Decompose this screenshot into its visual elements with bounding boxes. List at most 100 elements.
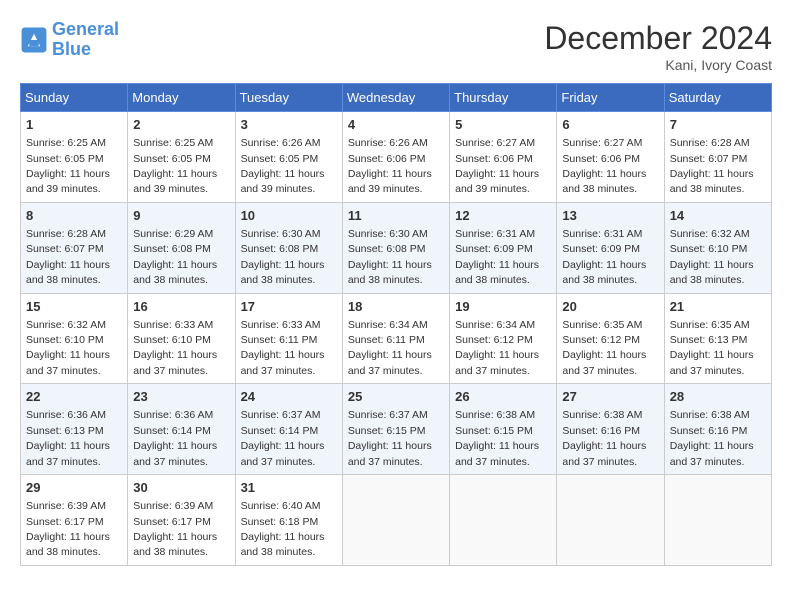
day-daylight: Daylight: 11 hours and 38 minutes. <box>670 259 754 286</box>
header-sunday: Sunday <box>21 84 128 112</box>
day-daylight: Daylight: 11 hours and 37 minutes. <box>562 349 646 376</box>
table-row: 9 Sunrise: 6:29 AM Sunset: 6:08 PM Dayli… <box>128 202 235 293</box>
table-row: 14 Sunrise: 6:32 AM Sunset: 6:10 PM Dayl… <box>664 202 771 293</box>
day-daylight: Daylight: 11 hours and 37 minutes. <box>133 349 217 376</box>
day-sunrise: Sunrise: 6:25 AM <box>26 137 106 149</box>
day-sunrise: Sunrise: 6:27 AM <box>562 137 642 149</box>
day-number: 18 <box>348 298 444 316</box>
day-daylight: Daylight: 11 hours and 38 minutes. <box>241 531 325 558</box>
day-sunset: Sunset: 6:18 PM <box>241 516 319 528</box>
table-row: 25 Sunrise: 6:37 AM Sunset: 6:15 PM Dayl… <box>342 384 449 475</box>
table-row: 21 Sunrise: 6:35 AM Sunset: 6:13 PM Dayl… <box>664 293 771 384</box>
table-row: 27 Sunrise: 6:38 AM Sunset: 6:16 PM Dayl… <box>557 384 664 475</box>
day-daylight: Daylight: 11 hours and 37 minutes. <box>133 440 217 467</box>
day-sunset: Sunset: 6:14 PM <box>133 425 211 437</box>
logo: General Blue <box>20 20 119 60</box>
day-number: 30 <box>133 479 229 497</box>
day-daylight: Daylight: 11 hours and 37 minutes. <box>26 349 110 376</box>
calendar-week-row: 22 Sunrise: 6:36 AM Sunset: 6:13 PM Dayl… <box>21 384 772 475</box>
table-row: 22 Sunrise: 6:36 AM Sunset: 6:13 PM Dayl… <box>21 384 128 475</box>
day-sunset: Sunset: 6:06 PM <box>455 153 533 165</box>
day-sunset: Sunset: 6:11 PM <box>348 334 425 346</box>
day-sunrise: Sunrise: 6:31 AM <box>562 228 642 240</box>
day-sunset: Sunset: 6:12 PM <box>455 334 533 346</box>
day-daylight: Daylight: 11 hours and 37 minutes. <box>26 440 110 467</box>
day-daylight: Daylight: 11 hours and 37 minutes. <box>348 349 432 376</box>
day-daylight: Daylight: 11 hours and 38 minutes. <box>241 259 325 286</box>
day-daylight: Daylight: 11 hours and 38 minutes. <box>562 168 646 195</box>
day-sunrise: Sunrise: 6:26 AM <box>348 137 428 149</box>
day-sunset: Sunset: 6:07 PM <box>26 243 104 255</box>
day-number: 31 <box>241 479 337 497</box>
table-row: 4 Sunrise: 6:26 AM Sunset: 6:06 PM Dayli… <box>342 112 449 203</box>
table-row: 31 Sunrise: 6:40 AM Sunset: 6:18 PM Dayl… <box>235 475 342 566</box>
day-sunrise: Sunrise: 6:34 AM <box>455 319 535 331</box>
day-number: 21 <box>670 298 766 316</box>
day-sunrise: Sunrise: 6:37 AM <box>241 409 321 421</box>
header-tuesday: Tuesday <box>235 84 342 112</box>
table-row: 20 Sunrise: 6:35 AM Sunset: 6:12 PM Dayl… <box>557 293 664 384</box>
day-sunset: Sunset: 6:10 PM <box>133 334 211 346</box>
table-row: 24 Sunrise: 6:37 AM Sunset: 6:14 PM Dayl… <box>235 384 342 475</box>
day-daylight: Daylight: 11 hours and 38 minutes. <box>670 168 754 195</box>
table-row: 6 Sunrise: 6:27 AM Sunset: 6:06 PM Dayli… <box>557 112 664 203</box>
day-sunrise: Sunrise: 6:38 AM <box>455 409 535 421</box>
day-daylight: Daylight: 11 hours and 38 minutes. <box>348 259 432 286</box>
day-daylight: Daylight: 11 hours and 37 minutes. <box>670 440 754 467</box>
day-sunset: Sunset: 6:08 PM <box>241 243 319 255</box>
day-sunset: Sunset: 6:13 PM <box>26 425 104 437</box>
day-sunset: Sunset: 6:09 PM <box>562 243 640 255</box>
day-sunrise: Sunrise: 6:39 AM <box>26 500 106 512</box>
day-sunset: Sunset: 6:06 PM <box>562 153 640 165</box>
table-row: 1 Sunrise: 6:25 AM Sunset: 6:05 PM Dayli… <box>21 112 128 203</box>
calendar-week-row: 29 Sunrise: 6:39 AM Sunset: 6:17 PM Dayl… <box>21 475 772 566</box>
day-sunrise: Sunrise: 6:36 AM <box>26 409 106 421</box>
day-sunset: Sunset: 6:10 PM <box>26 334 104 346</box>
calendar-week-row: 15 Sunrise: 6:32 AM Sunset: 6:10 PM Dayl… <box>21 293 772 384</box>
day-number: 27 <box>562 388 658 406</box>
day-sunrise: Sunrise: 6:29 AM <box>133 228 213 240</box>
day-number: 15 <box>26 298 122 316</box>
day-sunset: Sunset: 6:09 PM <box>455 243 533 255</box>
day-number: 19 <box>455 298 551 316</box>
table-row <box>664 475 771 566</box>
day-daylight: Daylight: 11 hours and 37 minutes. <box>348 440 432 467</box>
day-daylight: Daylight: 11 hours and 39 minutes. <box>348 168 432 195</box>
header-monday: Monday <box>128 84 235 112</box>
header-friday: Friday <box>557 84 664 112</box>
day-daylight: Daylight: 11 hours and 37 minutes. <box>455 440 539 467</box>
day-sunrise: Sunrise: 6:27 AM <box>455 137 535 149</box>
page-header: General Blue December 2024 Kani, Ivory C… <box>20 20 772 73</box>
day-daylight: Daylight: 11 hours and 38 minutes. <box>26 531 110 558</box>
day-sunrise: Sunrise: 6:26 AM <box>241 137 321 149</box>
day-sunset: Sunset: 6:16 PM <box>562 425 640 437</box>
table-row: 12 Sunrise: 6:31 AM Sunset: 6:09 PM Dayl… <box>450 202 557 293</box>
day-sunset: Sunset: 6:16 PM <box>670 425 748 437</box>
day-number: 5 <box>455 116 551 134</box>
day-number: 22 <box>26 388 122 406</box>
day-number: 11 <box>348 207 444 225</box>
day-sunrise: Sunrise: 6:30 AM <box>348 228 428 240</box>
table-row: 23 Sunrise: 6:36 AM Sunset: 6:14 PM Dayl… <box>128 384 235 475</box>
day-number: 3 <box>241 116 337 134</box>
day-sunset: Sunset: 6:05 PM <box>26 153 104 165</box>
day-number: 4 <box>348 116 444 134</box>
day-number: 29 <box>26 479 122 497</box>
day-sunrise: Sunrise: 6:25 AM <box>133 137 213 149</box>
day-sunrise: Sunrise: 6:33 AM <box>241 319 321 331</box>
day-sunrise: Sunrise: 6:35 AM <box>670 319 750 331</box>
day-number: 7 <box>670 116 766 134</box>
day-sunset: Sunset: 6:15 PM <box>348 425 426 437</box>
day-sunset: Sunset: 6:06 PM <box>348 153 426 165</box>
calendar-week-row: 8 Sunrise: 6:28 AM Sunset: 6:07 PM Dayli… <box>21 202 772 293</box>
table-row: 26 Sunrise: 6:38 AM Sunset: 6:15 PM Dayl… <box>450 384 557 475</box>
table-row: 7 Sunrise: 6:28 AM Sunset: 6:07 PM Dayli… <box>664 112 771 203</box>
day-daylight: Daylight: 11 hours and 39 minutes. <box>133 168 217 195</box>
table-row: 5 Sunrise: 6:27 AM Sunset: 6:06 PM Dayli… <box>450 112 557 203</box>
day-number: 17 <box>241 298 337 316</box>
day-number: 26 <box>455 388 551 406</box>
table-row <box>342 475 449 566</box>
day-daylight: Daylight: 11 hours and 38 minutes. <box>562 259 646 286</box>
table-row: 3 Sunrise: 6:26 AM Sunset: 6:05 PM Dayli… <box>235 112 342 203</box>
day-sunset: Sunset: 6:17 PM <box>133 516 211 528</box>
